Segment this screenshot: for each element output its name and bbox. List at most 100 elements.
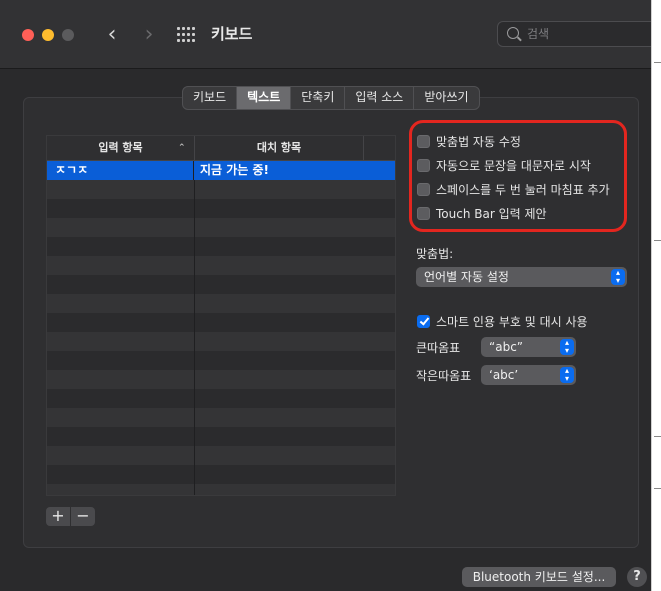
close-window-button[interactable] bbox=[22, 29, 34, 41]
table-row-empty bbox=[47, 237, 395, 256]
table-row-empty bbox=[47, 427, 395, 446]
checkbox[interactable] bbox=[417, 158, 430, 172]
cell-replace bbox=[195, 199, 395, 218]
toolbar: ‹ › 키보드 검색 bbox=[0, 0, 651, 69]
cell-replace bbox=[195, 427, 395, 446]
cell-input bbox=[47, 465, 195, 484]
popup-chevron-icon: ▴ ▾ bbox=[611, 269, 625, 285]
search-field[interactable]: 검색 bbox=[497, 21, 651, 47]
forward-arrow-icon[interactable]: › bbox=[138, 22, 160, 48]
back-arrow-icon[interactable]: ‹ bbox=[101, 22, 123, 48]
search-placeholder: 검색 bbox=[527, 27, 550, 41]
edge-mark bbox=[654, 240, 661, 241]
table-row-empty bbox=[47, 370, 395, 389]
cell-input bbox=[47, 370, 195, 389]
checkbox[interactable] bbox=[417, 182, 430, 196]
checkbox-spelling-correct[interactable]: 맞춤법 자동 수정 bbox=[417, 132, 521, 150]
checkbox-double-space-period[interactable]: 스페이스를 두 번 눌러 마침표 추가 bbox=[417, 180, 610, 198]
cell-replace bbox=[195, 218, 395, 237]
table-row-empty bbox=[47, 294, 395, 313]
cell-input bbox=[47, 180, 195, 199]
table-row-empty bbox=[47, 389, 395, 408]
cell-replace bbox=[195, 180, 395, 199]
single-quotes-label: 작은따옴표 bbox=[416, 369, 472, 383]
popup-chevron-icon: ▴ ▾ bbox=[560, 367, 574, 383]
sort-ascending-icon: ⌃ bbox=[178, 143, 186, 153]
checkbox-label: 스마트 인용 부호 및 대시 사용 bbox=[436, 314, 588, 329]
cell-input bbox=[47, 237, 195, 256]
single-quotes-value: ‘abc’ bbox=[489, 368, 519, 382]
tab-shortcuts[interactable]: 단축키 bbox=[291, 87, 346, 109]
cell-replace bbox=[195, 256, 395, 275]
cell-replace bbox=[195, 446, 395, 465]
cell-replace bbox=[195, 237, 395, 256]
table-header: 입력 항목 ⌃ 대치 항목 bbox=[47, 136, 395, 161]
cell-replace: 지금 가는 중! bbox=[200, 163, 270, 177]
table-row-empty bbox=[47, 199, 395, 218]
text-replacement-table: 입력 항목 ⌃ 대치 항목 ㅈㄱㅈ 지금 가는 중! bbox=[46, 135, 396, 496]
help-icon[interactable]: ? bbox=[627, 567, 647, 587]
checkbox-smart-quotes[interactable]: 스마트 인용 부호 및 대시 사용 bbox=[417, 312, 588, 330]
bluetooth-keyboard-setup-button[interactable]: Bluetooth 키보드 설정... bbox=[462, 567, 616, 587]
tab-text[interactable]: 텍스트 bbox=[237, 87, 292, 109]
cell-input bbox=[47, 199, 195, 218]
checkbox-auto-capitalize[interactable]: 자동으로 문장을 대문자로 시작 bbox=[417, 156, 591, 174]
add-button[interactable]: + bbox=[46, 507, 71, 526]
cell-replace bbox=[195, 465, 395, 484]
spelling-label: 맞춤법: bbox=[416, 247, 454, 261]
double-quotes-value: “abc” bbox=[489, 340, 524, 354]
table-row-empty bbox=[47, 332, 395, 351]
table-row-empty bbox=[47, 484, 395, 495]
cell-replace bbox=[195, 484, 395, 495]
checkbox-touchbar-suggestions[interactable]: Touch Bar 입력 제안 bbox=[417, 204, 547, 222]
cell-input bbox=[47, 446, 195, 465]
table-row-empty bbox=[47, 180, 395, 199]
double-quotes-popup[interactable]: “abc” ▴ ▾ bbox=[481, 337, 576, 357]
column-header-replace[interactable]: 대치 항목 bbox=[195, 136, 364, 160]
cell-input bbox=[47, 351, 195, 370]
edge-mark bbox=[654, 62, 661, 63]
table-row-empty bbox=[47, 275, 395, 294]
cell-input: ㅈㄱㅈ bbox=[47, 161, 194, 180]
cell-replace bbox=[195, 351, 395, 370]
table-row-empty bbox=[47, 465, 395, 484]
checkbox-checked[interactable] bbox=[417, 314, 430, 328]
checkbox[interactable] bbox=[417, 134, 430, 148]
cell-input bbox=[47, 275, 195, 294]
background-window-edge bbox=[651, 0, 661, 591]
column-header-input[interactable]: 입력 항목 ⌃ bbox=[47, 136, 195, 160]
cell-input bbox=[47, 484, 195, 495]
minimize-window-button[interactable] bbox=[42, 29, 54, 41]
single-quotes-popup[interactable]: ‘abc’ ▴ ▾ bbox=[481, 365, 576, 385]
add-remove-control: + − bbox=[46, 507, 95, 526]
cell-input bbox=[47, 313, 195, 332]
cell-replace bbox=[195, 332, 395, 351]
checkbox[interactable] bbox=[417, 206, 430, 220]
zoom-window-button[interactable] bbox=[62, 29, 74, 41]
spelling-popup[interactable]: 언어별 자동 설정 ▴ ▾ bbox=[416, 267, 627, 287]
table-row[interactable]: ㅈㄱㅈ 지금 가는 중! bbox=[47, 161, 395, 180]
search-icon bbox=[507, 27, 519, 39]
tab-dictation[interactable]: 받아쓰기 bbox=[414, 87, 478, 109]
show-all-grid-icon[interactable] bbox=[177, 27, 197, 43]
cell-replace bbox=[195, 408, 395, 427]
cell-input bbox=[47, 294, 195, 313]
edge-mark bbox=[654, 436, 661, 437]
double-quotes-label: 큰따옴표 bbox=[416, 341, 461, 355]
tab-bar: 키보드 텍스트 단축키 입력 소스 받아쓰기 bbox=[182, 86, 480, 110]
checkbox-label: Touch Bar 입력 제안 bbox=[436, 206, 547, 221]
cell-input bbox=[47, 389, 195, 408]
preferences-window: ‹ › 키보드 검색 키보드 텍스트 단축키 입력 소스 받아쓰기 입력 항목 … bbox=[0, 0, 651, 591]
checkbox-label: 스페이스를 두 번 눌러 마침표 추가 bbox=[436, 182, 610, 197]
column-header-input-label: 입력 항목 bbox=[98, 141, 143, 154]
tab-keyboard[interactable]: 키보드 bbox=[183, 87, 238, 109]
edge-mark bbox=[654, 488, 661, 489]
tab-input-sources[interactable]: 입력 소스 bbox=[345, 87, 415, 109]
checkbox-label: 맞춤법 자동 수정 bbox=[436, 134, 521, 149]
table-body: ㅈㄱㅈ 지금 가는 중! bbox=[47, 161, 395, 495]
cell-replace bbox=[195, 389, 395, 408]
cell-replace bbox=[195, 294, 395, 313]
remove-button[interactable]: − bbox=[71, 507, 95, 526]
cell-replace bbox=[195, 313, 395, 332]
popup-chevron-icon: ▴ ▾ bbox=[560, 339, 574, 355]
